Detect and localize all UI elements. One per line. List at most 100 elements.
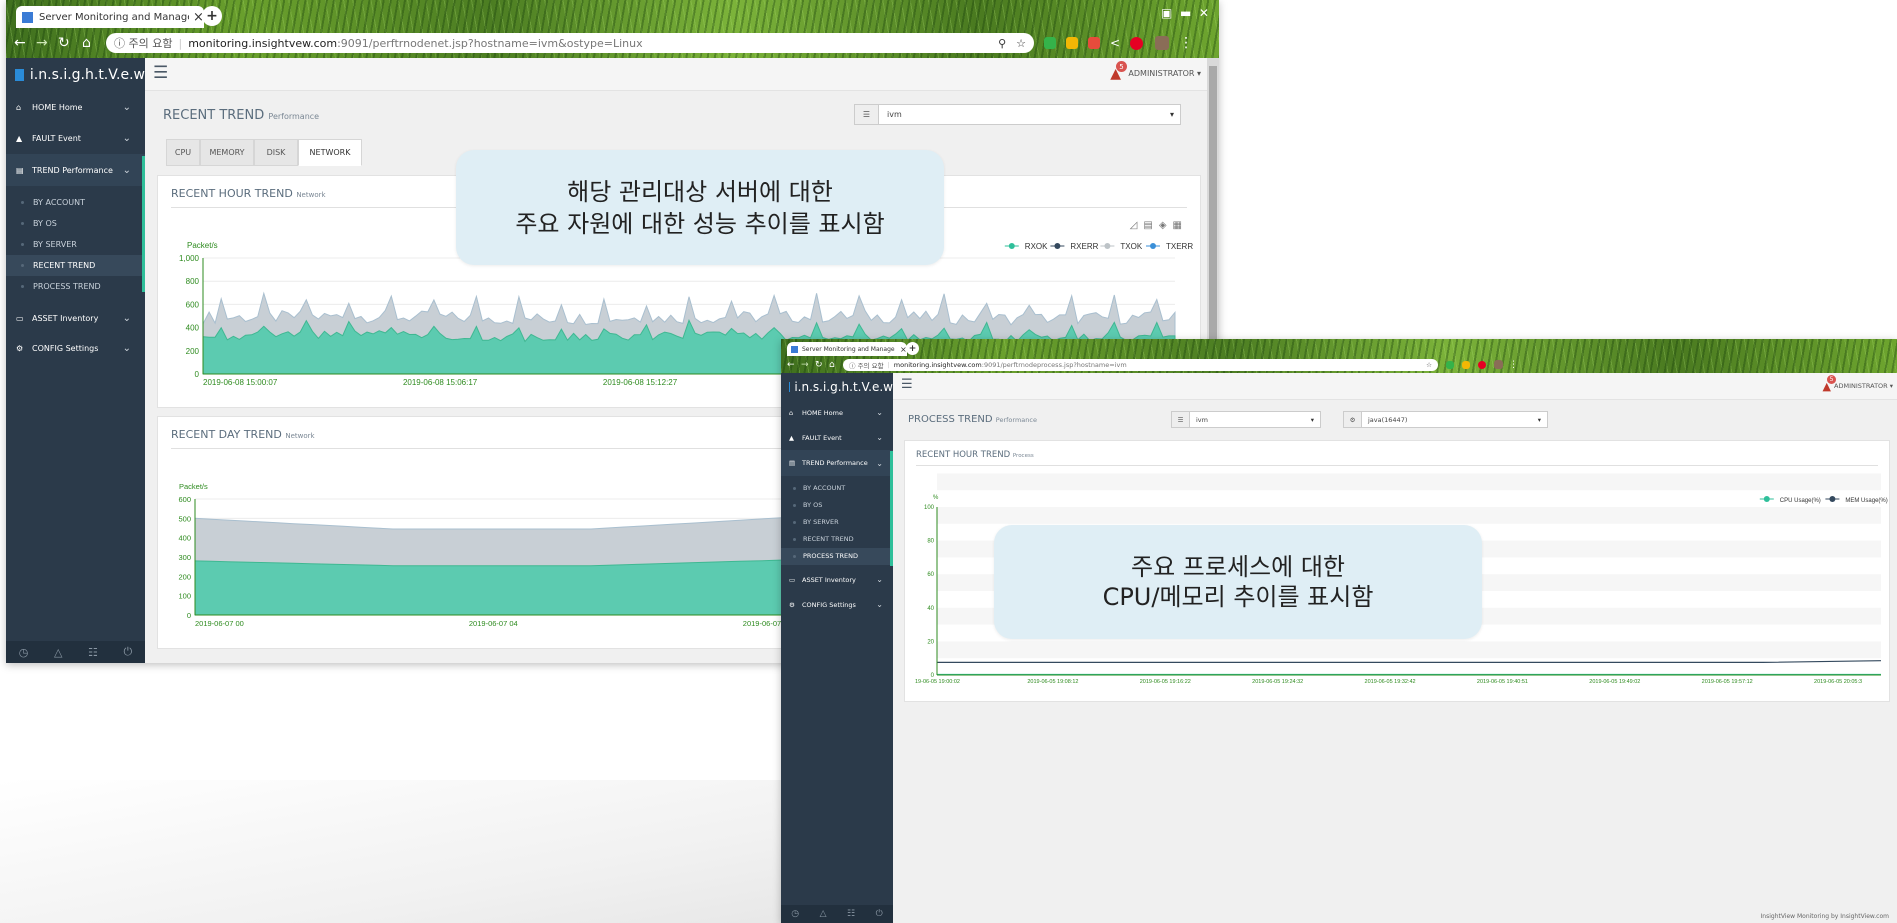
- extension-icon[interactable]: [1446, 360, 1454, 369]
- host-select[interactable]: ☰ ivm ▾: [854, 104, 1181, 125]
- power-icon[interactable]: ⏻: [876, 909, 883, 919]
- sidebar-item-home[interactable]: ⌂ HOME Home ⌄: [6, 92, 145, 123]
- sidebar-item-label: BY SERVER: [33, 240, 77, 249]
- forward-icon[interactable]: →: [801, 360, 815, 370]
- pinterest-icon[interactable]: [1130, 36, 1144, 50]
- hamburger-icon[interactable]: ☰: [901, 377, 913, 392]
- x-tick-label: 2019-06-05 19:16:22: [1140, 679, 1191, 685]
- tab-memory[interactable]: MEMORY: [200, 139, 254, 166]
- caret-down-icon: ▾: [1169, 110, 1174, 119]
- brand[interactable]: i.n.s.i.g.h.t.V.e.w: [781, 373, 893, 400]
- extension-icon[interactable]: [1066, 37, 1078, 49]
- hamburger-icon[interactable]: ☰: [153, 63, 168, 83]
- sidebar-item-recent-trend[interactable]: RECENT TREND: [6, 255, 145, 276]
- sidebar-item-trend[interactable]: ▤ TREND Performance ⌄: [6, 154, 145, 186]
- tab-network[interactable]: NETWORK: [298, 139, 362, 166]
- back-icon[interactable]: ←: [787, 360, 801, 370]
- sidebar-item-by-os[interactable]: BY OS: [781, 497, 893, 514]
- new-tab-button[interactable]: +: [202, 6, 222, 26]
- sidebar: i.n.s.i.g.h.t.V.e.w ⌂ HOME Home ⌄ ▲ FAUL…: [6, 58, 145, 663]
- extension-icon[interactable]: [1462, 360, 1470, 369]
- user-menu[interactable]: ADMINISTRATOR ▾: [1834, 382, 1893, 390]
- profile-icon[interactable]: [1155, 36, 1170, 50]
- tab-disk[interactable]: DISK: [254, 139, 298, 166]
- profile-icon[interactable]: [1494, 360, 1503, 369]
- address-row: ← → ↻ ⌂ ⓘ 주의 요함 | monitoring.insightvew.…: [781, 358, 1897, 371]
- x-tick-label: 2019-06-05 19:24:32: [1252, 679, 1303, 685]
- tab-cpu[interactable]: CPU: [166, 139, 200, 166]
- bookmark-star-icon[interactable]: ☆: [1016, 37, 1026, 50]
- sitemap-icon[interactable]: ☷: [88, 646, 98, 659]
- window-controls[interactable]: ▣ ▬ ✕: [1161, 6, 1209, 20]
- home-icon: ⌂: [789, 408, 794, 417]
- gears-icon: ⚙: [1344, 412, 1362, 427]
- sidebar-item-by-server[interactable]: BY SERVER: [6, 234, 145, 255]
- url-path: :9091/perftrnodenet.jsp?hostname=ivm&ost…: [337, 36, 643, 50]
- x-tick-label: 2019-06-05 19:08:12: [1027, 679, 1078, 685]
- process-select[interactable]: ⚙ java(16447) ▾: [1343, 411, 1548, 428]
- address-bar[interactable]: ⓘ 주의 요함 | monitoring.insightvew.com :909…: [843, 358, 1438, 371]
- sitemap-icon[interactable]: ☷: [847, 909, 855, 919]
- warning-icon: ▲: [789, 433, 794, 442]
- brand[interactable]: i.n.s.i.g.h.t.V.e.w: [6, 58, 145, 92]
- sidebar-item-trend[interactable]: ▤ TREND Performance ⌄: [781, 450, 893, 476]
- trend-submenu: BY ACCOUNT BY OS BY SERVER RECENT TREND …: [781, 476, 893, 565]
- share-icon[interactable]: <: [1110, 36, 1120, 50]
- clock-icon[interactable]: ◷: [791, 909, 799, 919]
- legend-label: RXERR: [1070, 242, 1098, 251]
- security-indicator[interactable]: ⓘ 주의 요함: [849, 360, 884, 370]
- sidebar-item-fault[interactable]: ▲ FAULT Event ⌄: [781, 425, 893, 450]
- bookmark-star-icon[interactable]: ☆: [1426, 361, 1432, 369]
- sidebar-item-by-server[interactable]: BY SERVER: [781, 514, 893, 531]
- sidebar-item-process-trend[interactable]: PROCESS TREND: [781, 548, 893, 565]
- y-tick-label: 40: [927, 606, 934, 612]
- sidebar-item-home[interactable]: ⌂ HOME Home ⌄: [781, 400, 893, 425]
- url-host: monitoring.insightvew.com: [893, 360, 982, 369]
- y-tick-label: 0: [195, 370, 200, 379]
- legend-label: TXERR: [1166, 242, 1193, 251]
- sidebar: i.n.s.i.g.h.t.V.e.w ⌂ HOME Home ⌄ ▲ FAUL…: [781, 373, 893, 923]
- footer-credit: InsightView Monitoring by InsightView.co…: [1760, 913, 1889, 920]
- home-icon[interactable]: ⌂: [829, 360, 843, 370]
- new-tab-button[interactable]: +: [906, 342, 919, 355]
- sidebar-item-asset[interactable]: ▭ ASSET Inventory ⌄: [781, 567, 893, 592]
- user-menu[interactable]: ADMINISTRATOR ▾: [1128, 69, 1201, 78]
- sidebar-item-fault[interactable]: ▲ FAULT Event ⌄: [6, 123, 145, 154]
- sidebar-item-process-trend[interactable]: PROCESS TREND: [6, 276, 145, 297]
- browser-tab[interactable]: Server Monitoring and Manage ×: [787, 342, 907, 356]
- sidebar-item-config[interactable]: ⚙ CONFIG Settings ⌄: [6, 333, 145, 363]
- y-axis-unit: %: [933, 495, 939, 501]
- page-content: PROCESS TREND Performance ☰ ivm ▾ ⚙ java…: [893, 400, 1897, 923]
- security-indicator[interactable]: ⓘ 주의 요함: [114, 35, 172, 51]
- monitor-icon: ▭: [789, 575, 796, 584]
- sidebar-item-label: BY ACCOUNT: [33, 198, 86, 207]
- back-icon[interactable]: ←: [14, 35, 36, 51]
- warning-icon[interactable]: △: [54, 646, 62, 659]
- sidebar-item-label: BY OS: [803, 501, 823, 509]
- pinterest-icon[interactable]: [1478, 360, 1486, 369]
- sidebar-item-config[interactable]: ⚙ CONFIG Settings ⌄: [781, 592, 893, 617]
- sidebar-item-recent-trend[interactable]: RECENT TREND: [781, 531, 893, 548]
- extension-icon[interactable]: [1088, 37, 1100, 49]
- browser-tab[interactable]: Server Monitoring and Manage ×: [16, 6, 204, 28]
- menu-kebab-icon[interactable]: ⋮: [1509, 360, 1518, 370]
- host-select[interactable]: ☰ ivm ▾: [1171, 411, 1321, 428]
- reload-icon[interactable]: ↻: [58, 35, 82, 51]
- y-tick-label: 200: [186, 347, 200, 356]
- forward-icon[interactable]: →: [36, 35, 58, 51]
- address-bar[interactable]: ⓘ 주의 요함 | monitoring.insightvew.com :909…: [106, 33, 1034, 53]
- sidebar-item-by-account[interactable]: BY ACCOUNT: [6, 192, 145, 213]
- extension-icon[interactable]: [1044, 37, 1056, 49]
- menu-kebab-icon[interactable]: ⋮: [1179, 35, 1193, 51]
- warning-icon[interactable]: △: [820, 909, 827, 919]
- sidebar-item-asset[interactable]: ▭ ASSET Inventory ⌄: [6, 303, 145, 333]
- y-tick-label: 400: [178, 534, 191, 543]
- reload-icon[interactable]: ↻: [815, 360, 829, 370]
- zoom-icon[interactable]: ⚲: [998, 37, 1006, 50]
- power-icon[interactable]: ⏻: [123, 645, 132, 659]
- brand-name: i.n.s.i.g.h.t.V.e.w: [29, 67, 145, 83]
- sidebar-item-by-os[interactable]: BY OS: [6, 213, 145, 234]
- clock-icon[interactable]: ◷: [19, 646, 29, 659]
- home-icon[interactable]: ⌂: [82, 35, 106, 51]
- sidebar-item-by-account[interactable]: BY ACCOUNT: [781, 480, 893, 497]
